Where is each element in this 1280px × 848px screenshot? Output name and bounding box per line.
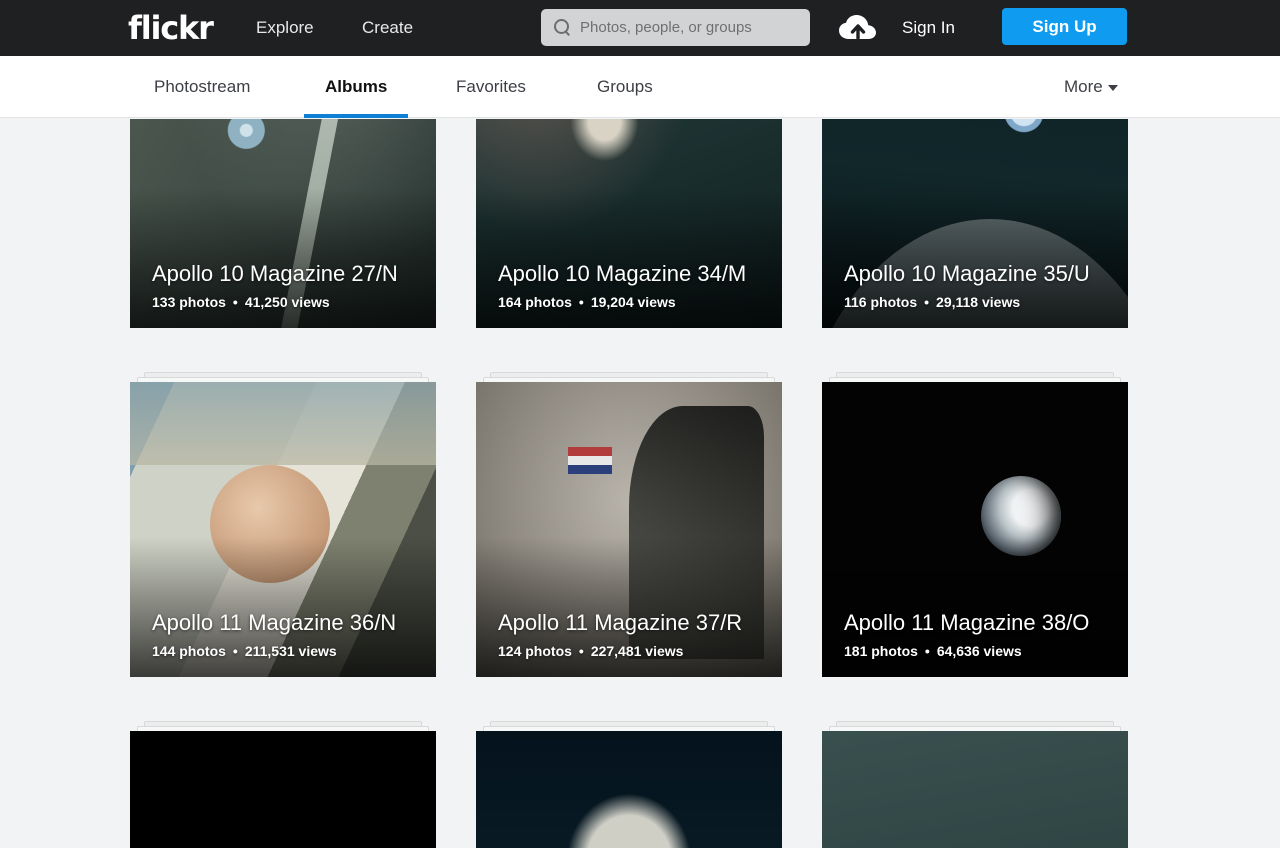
sign-up-button[interactable]: Sign Up [1002,8,1127,45]
album-stats: 164 photos • 19,204 views [498,294,766,310]
tab-photostream[interactable]: Photostream [154,75,250,118]
more-menu-label: More [1064,77,1103,96]
separator-dot: • [232,294,238,310]
album-card[interactable]: Apollo 11 Magazine 38/O 181 photos • 64,63… [822,372,1128,677]
flickr-logo[interactable]: flickr [128,8,214,48]
album-photo-count: 116 photos [844,294,918,310]
search-input[interactable] [580,19,790,36]
album-view-count: 227,481 views [590,643,684,659]
separator-dot: • [924,643,930,659]
album-photo-count: 133 photos [152,294,226,310]
album-card[interactable]: Apollo 11 Magazine 37/R 124 photos • 227,4… [476,372,782,677]
cloud-upload-icon[interactable] [838,14,878,42]
album-title: Apollo 11 Magazine 38/O [844,610,1090,636]
album-stats: 144 photos • 211,531 views [152,643,420,659]
album-photo-count: 164 photos [498,294,572,310]
album-title: Apollo 10 Magazine 34/M [498,261,747,287]
separator-dot: • [232,643,238,659]
search-icon [554,19,571,36]
album-view-count: 41,250 views [244,294,330,310]
album-view-count: 29,118 views [936,294,1021,310]
album-stats: 124 photos • 227,481 views [498,643,766,659]
album-card[interactable] [822,721,1128,848]
album-stats: 133 photos • 41,250 views [152,294,420,310]
tab-favorites[interactable]: Favorites [456,75,526,118]
top-header: flickr Explore Create Sign In Sign Up [0,0,1280,56]
album-cover-image [822,731,1128,848]
album-cover-image [130,731,436,848]
album-title: Apollo 10 Magazine 27/N [152,261,398,287]
album-meta: Apollo 11 Magazine 36/N 144 photos • 211,5… [152,611,420,659]
album-card[interactable]: Apollo 10 Magazine 35/U 116 photos • 29,11… [822,119,1128,328]
album-thumbnail[interactable]: Apollo 10 Magazine 34/M 164 photos • 19,20… [476,119,782,328]
nav-link-create[interactable]: Create [362,16,413,40]
album-stats: 181 photos • 64,636 views [844,643,1112,659]
tab-groups[interactable]: Groups [597,75,653,118]
album-photo-count: 181 photos [844,643,918,659]
album-photo-count: 144 photos [152,643,226,659]
albums-row: Apollo 10 Magazine 27/N 133 photos • 41,25… [130,119,1150,328]
album-title: Apollo 10 Magazine 35/U [844,261,1090,287]
albums-content-area: Apollo 10 Magazine 27/N 133 photos • 41,25… [0,119,1280,848]
separator-dot: • [578,294,584,310]
nav-link-explore[interactable]: Explore [256,16,314,40]
album-meta: Apollo 11 Magazine 37/R 124 photos • 227,4… [498,611,766,659]
album-meta: Apollo 11 Magazine 38/O 181 photos • 64,63… [844,611,1112,659]
search-box[interactable] [541,9,810,46]
tab-albums[interactable]: Albums [303,75,409,118]
chevron-down-icon [1107,84,1118,91]
separator-dot: • [924,294,930,310]
sign-in-link[interactable]: Sign In [902,16,955,40]
album-view-count: 211,531 views [244,643,337,659]
separator-dot: • [578,643,584,659]
album-card[interactable]: Apollo 10 Magazine 34/M 164 photos • 19,20… [476,119,782,328]
album-thumbnail[interactable] [822,731,1128,848]
album-card[interactable]: Apollo 11 Magazine 36/N 144 photos • 211,5… [130,372,436,677]
album-thumbnail[interactable]: Apollo 11 Magazine 37/R 124 photos • 227,4… [476,382,782,677]
albums-row [130,721,1150,848]
album-meta: Apollo 10 Magazine 34/M 164 photos • 19,20… [498,262,766,310]
album-cover-image [476,731,782,848]
album-title: Apollo 11 Magazine 36/N [152,610,397,636]
album-view-count: 64,636 views [936,643,1022,659]
album-thumbnail[interactable]: Apollo 11 Magazine 36/N 144 photos • 211,5… [130,382,436,677]
album-card[interactable]: Apollo 10 Magazine 27/N 133 photos • 41,25… [130,119,436,328]
album-view-count: 19,204 views [590,294,676,310]
more-menu-button[interactable]: More [1064,75,1118,99]
album-thumbnail[interactable] [476,731,782,848]
album-title: Apollo 11 Magazine 37/R [498,610,743,636]
album-thumbnail[interactable]: Apollo 11 Magazine 38/O 181 photos • 64,63… [822,382,1128,677]
album-thumbnail[interactable]: Apollo 10 Magazine 27/N 133 photos • 41,25… [130,119,436,328]
album-card[interactable] [130,721,436,848]
album-photo-count: 124 photos [498,643,572,659]
album-stats: 116 photos • 29,118 views [844,294,1112,310]
profile-subnav: Photostream Albums Favorites Groups More [0,56,1280,118]
albums-row: Apollo 11 Magazine 36/N 144 photos • 211,5… [130,372,1150,677]
album-meta: Apollo 10 Magazine 35/U 116 photos • 29,11… [844,262,1112,310]
album-thumbnail[interactable]: Apollo 10 Magazine 35/U 116 photos • 29,11… [822,119,1128,328]
albums-grid: Apollo 10 Magazine 27/N 133 photos • 41,25… [130,119,1150,848]
album-card[interactable] [476,721,782,848]
album-thumbnail[interactable] [130,731,436,848]
album-meta: Apollo 10 Magazine 27/N 133 photos • 41,25… [152,262,420,310]
